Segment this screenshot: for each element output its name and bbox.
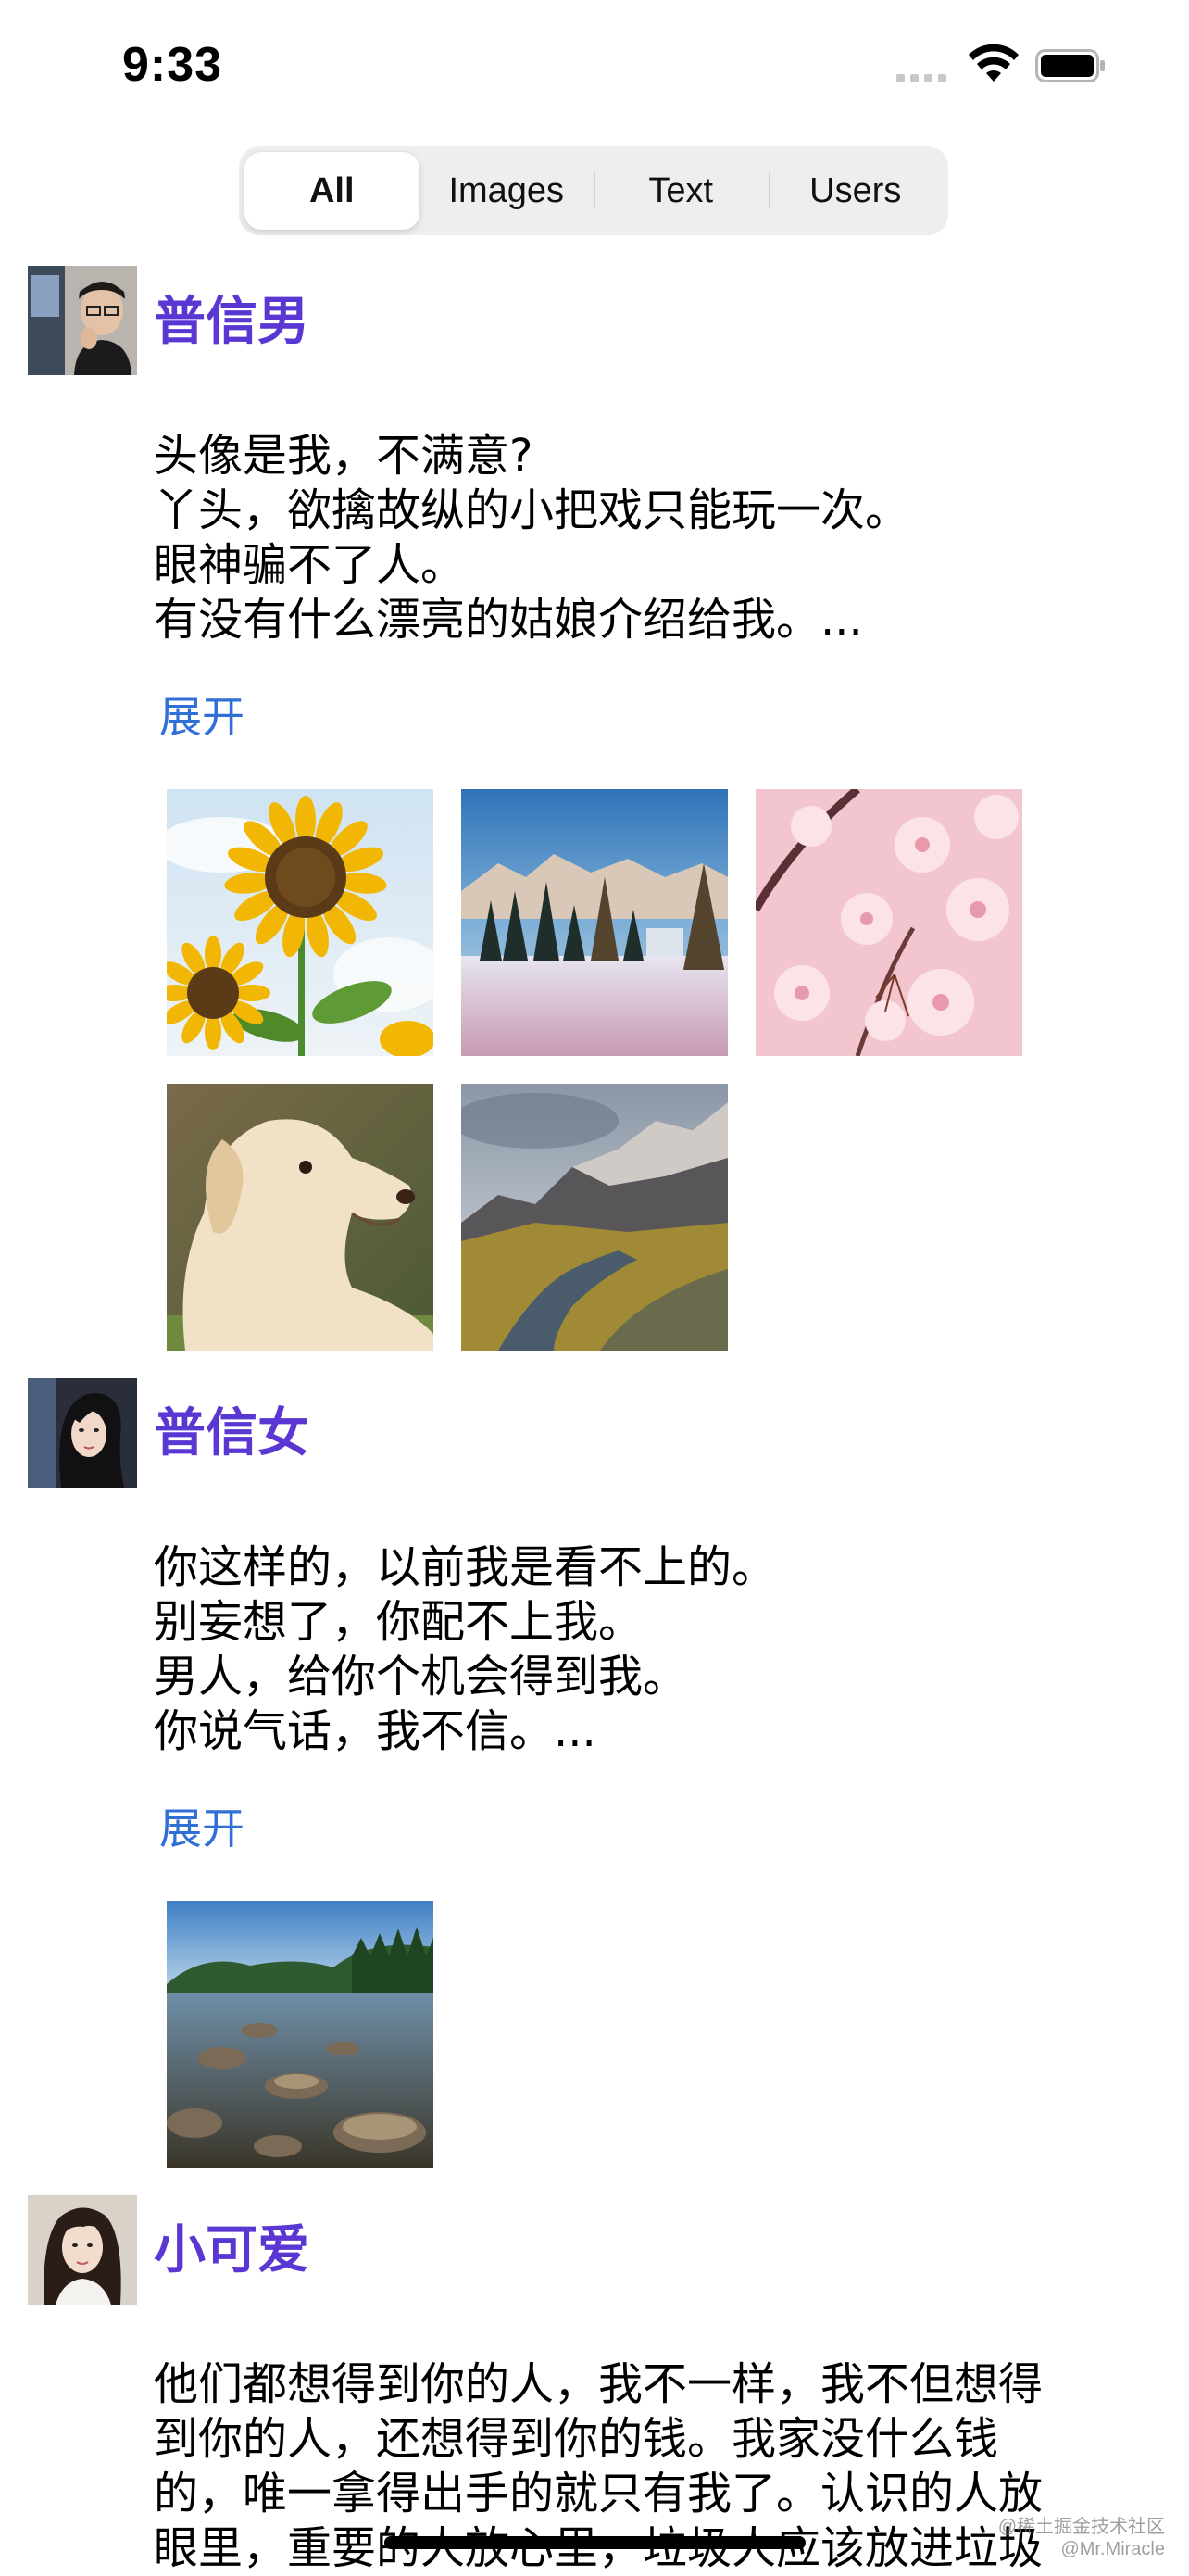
tab-images[interactable]: Images [419,152,594,230]
expand-link[interactable]: 展开 [159,684,244,745]
filter-segmented-control: All Images Text Users [239,146,948,235]
post-username[interactable]: 普信女 [154,1408,309,1460]
battery-icon [1035,49,1105,82]
image-thumbnail-cherry-blossom[interactable] [756,789,1022,1056]
wifi-icon [969,44,1019,82]
cellular-signal-icon [896,74,946,82]
image-thumbnail-lake-rocks[interactable] [167,1901,433,2168]
avatar[interactable] [28,2195,137,2305]
post-username[interactable]: 小可爱 [154,2225,309,2277]
post-text-line: 丫头，欲擒故纵的小把戏只能玩一次。 [154,484,910,536]
post-text-line: 的，唯一拿得出手的就只有我了。认识的人放 [154,2468,1044,2519]
tab-all[interactable]: All [244,152,419,230]
post-text-line: 眼神骗不了人。 [154,539,466,591]
post-text-line: 男人，给你个机会得到我。 [154,1651,688,1703]
image-thumbnail-mountain-valley[interactable] [461,1084,728,1351]
watermark-line: @Mr.Miracle [1060,2539,1165,2559]
image-thumbnail-golden-retriever[interactable] [167,1084,433,1351]
avatar[interactable] [28,1378,137,1488]
watermark: @稀土掘金技术社区 @Mr.Miracle [998,2516,1165,2560]
tab-users[interactable]: Users [768,152,944,230]
post-username[interactable]: 普信男 [154,296,309,348]
home-indicator[interactable] [384,2536,806,2549]
watermark-line: @稀土掘金技术社区 [997,2517,1165,2537]
image-thumbnail-snowy-forest[interactable] [461,789,728,1056]
post-body: 你这样的，以前我是看不上的。 别妄想了，你配不上我。 男人，给你个机会得到我。 … [154,1540,1135,1759]
post-text-line: 头像是我，不满意? [154,430,533,482]
post-text-line: 他们都想得到你的人，我不一样，我不但想得 [154,2358,1044,2410]
post-text-line: 你说气话，我不信。... [154,1705,596,1757]
post-text-line: 到你的人，还想得到你的钱。我家没什么钱 [154,2413,999,2465]
post-text-line: 有没有什么漂亮的姑娘介绍给我。... [154,594,863,646]
expand-link[interactable]: 展开 [159,1795,244,1856]
post-text-line: 别妄想了，你配不上我。 [154,1596,644,1648]
post-body: 头像是我，不满意? 丫头，欲擒故纵的小把戏只能玩一次。 眼神骗不了人。 有没有什… [154,429,1135,647]
tab-text[interactable]: Text [594,152,769,230]
avatar[interactable] [28,266,137,375]
image-thumbnail-sunflower[interactable] [167,789,433,1056]
post-text-line: 你这样的，以前我是看不上的。 [154,1541,777,1593]
status-time: 9:33 [122,38,223,92]
